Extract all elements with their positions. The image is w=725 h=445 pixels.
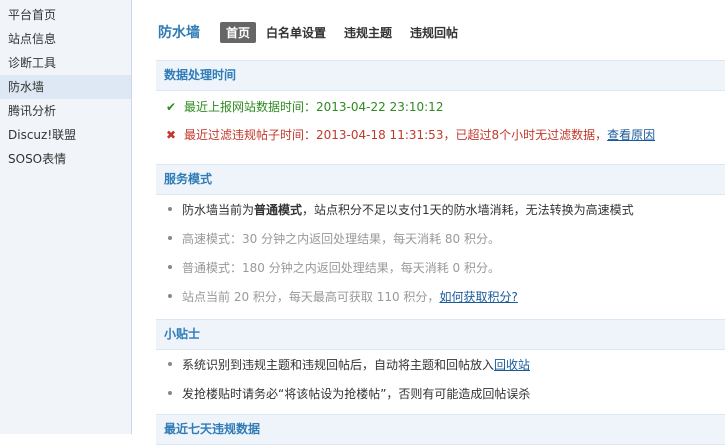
tip-row-floor-post: 发抢楼贴时请务必“将该帖设为抢楼帖”，否则有可能造成回帖误杀	[164, 384, 530, 404]
service-mode-row-fast: 高速模式：30 分钟之内返回处理结果，每天消耗 80 积分。	[164, 229, 500, 249]
tip-row-recycle: 系统识别到违规主题和违规回帖后，自动将主题和回帖放入回收站	[164, 355, 530, 375]
tab-violating-threads[interactable]: 违规主题	[344, 24, 392, 41]
sidebar-item-soso-emoji[interactable]: SOSO表情	[0, 147, 131, 171]
filter-time-row: ✖ 最近过滤违规帖子时间：2013-04-18 11:31:53，已超过8个小时无…	[164, 125, 655, 145]
sidebar-nav: 平台首页 站点信息 诊断工具 防水墙 腾讯分析 Discuz!联盟 SOSO表情	[0, 0, 132, 434]
bullet-icon	[168, 265, 172, 269]
fast-mode-text: 高速模式：30 分钟之内返回处理结果，每天消耗 80 积分。	[182, 232, 500, 246]
bullet-icon	[168, 294, 172, 298]
service-mode-current: 普通模式	[254, 203, 303, 217]
tab-home[interactable]: 首页	[220, 21, 257, 43]
service-mode-row-normal: 普通模式：180 分钟之内返回处理结果，每天消耗 0 积分。	[164, 258, 500, 278]
view-reason-link[interactable]: 查看原因	[607, 128, 655, 142]
section-heading-tips: 小贴士	[156, 319, 725, 350]
filter-time-text: 最近过滤违规帖子时间：2013-04-18 11:31:53，已超过8个小时无过…	[184, 128, 608, 142]
how-to-get-points-link[interactable]: 如何获取积分?	[439, 290, 517, 304]
tab-violating-replies[interactable]: 违规回帖	[410, 24, 458, 41]
service-mode-row-current: 防水墙当前为普通模式，站点积分不足以支付1天的防水墙消耗，无法转换为高速模式	[164, 200, 634, 220]
tip-recycle-text: 系统识别到违规主题和违规回帖后，自动将主题和回帖放入	[182, 358, 495, 372]
service-mode-prefix: 防水墙当前为	[182, 203, 255, 217]
section-heading-recent-violations: 最近七天违规数据	[156, 414, 725, 445]
sidebar-item-discuz-union[interactable]: Discuz!联盟	[0, 123, 131, 147]
bullet-icon	[168, 391, 172, 395]
bullet-icon	[168, 207, 172, 211]
main-content: 防水墙 首页 白名单设置 违规主题 违规回帖 数据处理时间 ✔ 最近上报网站数据时…	[139, 0, 725, 445]
cross-icon: ✖	[165, 128, 177, 142]
recycle-bin-link[interactable]: 回收站	[494, 358, 530, 372]
bullet-icon	[168, 236, 172, 240]
sidebar-item-firewall[interactable]: 防水墙	[0, 75, 131, 99]
tab-whitelist[interactable]: 白名单设置	[266, 24, 326, 41]
sidebar-item-tencent-analytics[interactable]: 腾讯分析	[0, 99, 131, 123]
service-mode-row-points: 站点当前 20 积分，每天最高可获取 110 积分，如何获取积分?	[164, 287, 518, 307]
tab-bar: 防水墙 首页 白名单设置 违规主题 违规回帖	[139, 19, 476, 45]
normal-mode-text: 普通模式：180 分钟之内返回处理结果，每天消耗 0 积分。	[182, 261, 500, 275]
check-icon: ✔	[165, 100, 177, 114]
tip-floor-post-text: 发抢楼贴时请务必“将该帖设为抢楼帖”，否则有可能造成回帖误杀	[182, 387, 531, 401]
section-heading-data-time: 数据处理时间	[156, 60, 725, 91]
section-heading-service-mode: 服务模式	[156, 164, 725, 195]
report-time-text: 最近上报网站数据时间：2013-04-22 23:10:12	[184, 100, 444, 114]
sidebar-item-site-info[interactable]: 站点信息	[0, 27, 131, 51]
points-text: 站点当前 20 积分，每天最高可获取 110 积分，	[182, 290, 440, 304]
report-time-row: ✔ 最近上报网站数据时间：2013-04-22 23:10:12	[164, 97, 443, 117]
sidebar-item-diagnostics[interactable]: 诊断工具	[0, 51, 131, 75]
sidebar-item-home[interactable]: 平台首页	[0, 3, 131, 27]
service-mode-suffix: ，站点积分不足以支付1天的防水墙消耗，无法转换为高速模式	[302, 203, 634, 217]
page-title: 防水墙	[158, 25, 200, 41]
bullet-icon	[168, 362, 172, 366]
